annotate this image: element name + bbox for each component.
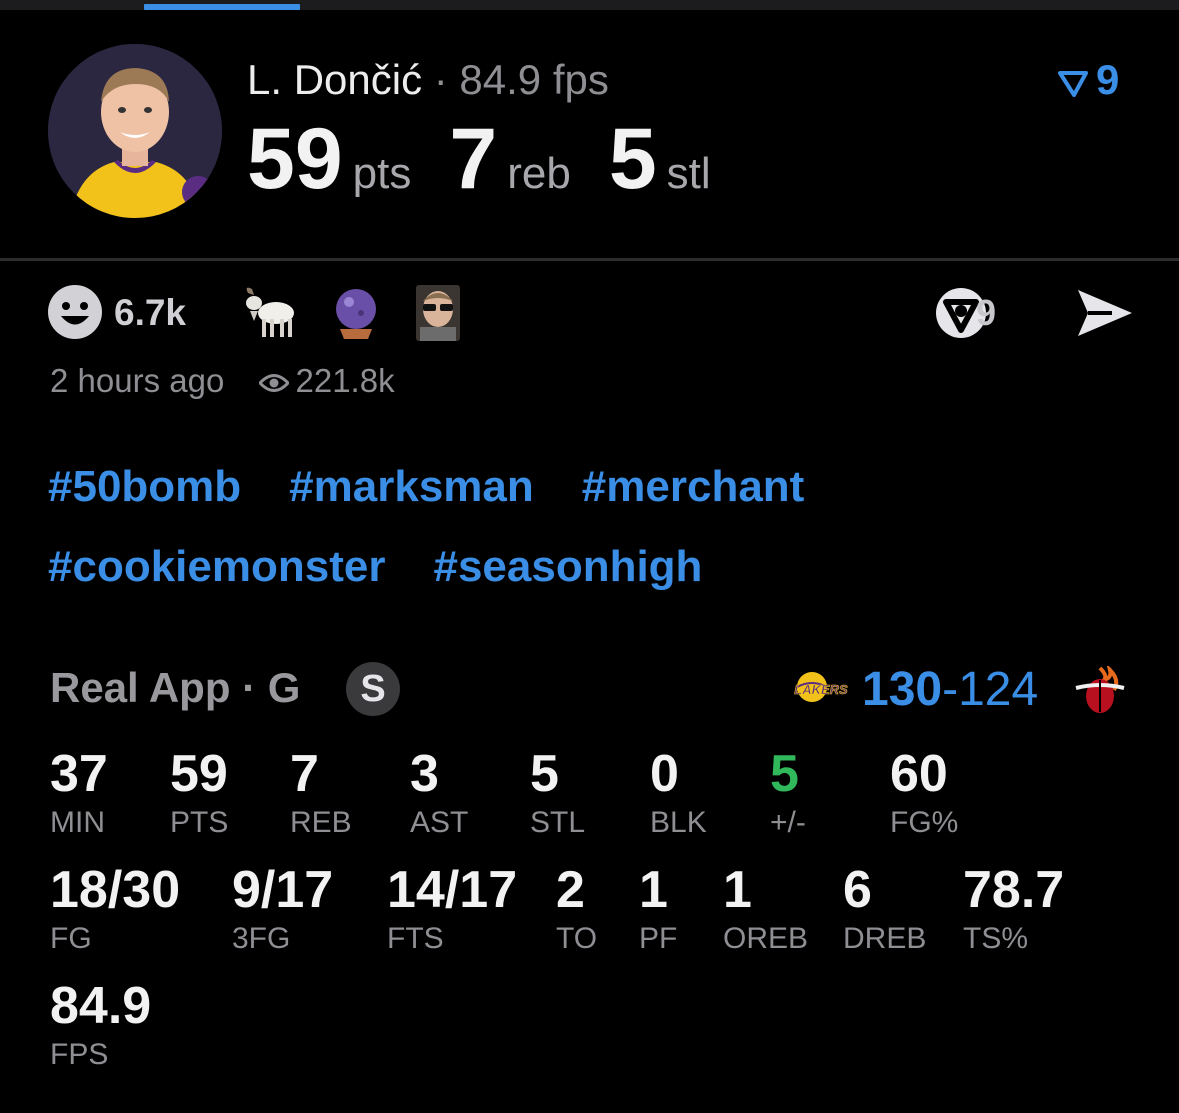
game-score: 130-124: [862, 662, 1038, 717]
stat-value: 6: [843, 861, 872, 919]
hashtag-link[interactable]: #marksman: [289, 462, 534, 512]
stat-value: 3: [410, 745, 439, 803]
send-icon[interactable]: [1076, 288, 1134, 338]
stat-fts: 14/17 FTS: [387, 862, 517, 956]
stat-label: PF: [639, 922, 678, 955]
away-score: 124: [958, 663, 1039, 716]
status-badge: S: [346, 662, 400, 716]
stat-label: TO: [556, 922, 598, 955]
crystal-ball-icon[interactable]: [328, 285, 384, 341]
stat-value: 1: [639, 861, 668, 919]
player-title[interactable]: L. Dončić · 84.9 fps: [247, 56, 609, 104]
stat-fps: 84.9 FPS: [50, 978, 151, 1072]
stat-label: REB: [290, 806, 352, 839]
stat-fg: 18/30 FG: [50, 862, 180, 956]
eye-icon: [258, 374, 291, 393]
stat-stl: 5 STL: [530, 746, 585, 840]
home-score: 130: [862, 663, 943, 716]
stat-value: 60: [890, 745, 948, 803]
hashtag-link[interactable]: #merchant: [582, 462, 805, 512]
stat-ts-pct: 78.7 TS%: [963, 862, 1064, 956]
view-count-value: 221.8k: [295, 362, 395, 399]
stat-ast: 3 AST: [410, 746, 468, 840]
stat-label: BLK: [650, 806, 707, 839]
stat-plus-minus: 5 +/-: [770, 746, 806, 840]
title-separator: ·: [433, 56, 448, 103]
stat-pts: 59 PTS: [170, 746, 228, 840]
stat-label: FPS: [50, 1038, 109, 1071]
stat-value: 2: [556, 861, 585, 919]
stat-pf: 1 PF: [639, 862, 677, 956]
game-row[interactable]: Real App · G S LAKERS 130-124: [50, 662, 1140, 718]
stat-label: AST: [410, 806, 469, 839]
player-photo: [48, 44, 222, 218]
lakers-logo-icon: LAKERS: [794, 672, 848, 702]
stat-value: 0: [650, 745, 679, 803]
view-count: 221.8k: [258, 362, 395, 399]
filter-v-icon: [1058, 70, 1088, 97]
stat-value: 5: [530, 745, 559, 803]
hashtag-link[interactable]: #50bomb: [48, 462, 241, 512]
filter-badge[interactable]: 9: [1058, 56, 1119, 104]
stat-value: 37: [50, 745, 108, 803]
stat-value: 18/30: [50, 861, 181, 919]
headline-unit: stl: [666, 149, 711, 198]
post-meta: 2 hours ago 221.8k: [50, 362, 395, 400]
hashtag-link[interactable]: #cookiemonster: [48, 542, 385, 592]
player-name[interactable]: L. Dončić: [247, 56, 422, 103]
stat-min: 37 MIN: [50, 746, 108, 840]
reaction-count: 6.7k: [114, 292, 187, 333]
headline-value: 7: [449, 111, 498, 207]
game-label: Real App · G: [50, 664, 301, 711]
score-dash: -: [942, 663, 959, 716]
headline-value: 5: [608, 111, 657, 207]
lakers-logo-text: LAKERS: [794, 682, 848, 697]
heat-logo-icon: [1075, 666, 1125, 713]
stat-fg-pct: 60 FG%: [890, 746, 958, 840]
headline-unit: reb: [507, 149, 571, 198]
v-reaction-count: 9: [976, 292, 997, 333]
stat-label: FG: [50, 922, 92, 955]
smile-reaction-icon[interactable]: [46, 283, 104, 341]
goat-icon[interactable]: [238, 285, 298, 341]
timestamp: 2 hours ago: [50, 362, 225, 399]
stat-label: 3FG: [232, 922, 291, 955]
stat-value: 59: [170, 745, 228, 803]
stat-label: MIN: [50, 806, 105, 839]
player-avatar[interactable]: [48, 44, 222, 218]
stat-label: TS%: [963, 922, 1029, 955]
stat-label: STL: [530, 806, 586, 839]
sunglasses-player-icon[interactable]: [416, 285, 460, 341]
section-divider: [0, 258, 1179, 261]
stat-value: 5: [770, 745, 799, 803]
stat-value: 84.9: [50, 977, 152, 1035]
stat-label: +/-: [770, 806, 806, 839]
stat-dreb: 6 DREB: [843, 862, 926, 956]
stat-to: 2 TO: [556, 862, 597, 956]
stat-value: 78.7: [963, 861, 1065, 919]
fantasy-points: 84.9 fps: [459, 56, 609, 103]
headline-stats: 59 pts 7 reb 5 stl: [247, 110, 749, 209]
stat-label: FG%: [890, 806, 959, 839]
stat-label: PTS: [170, 806, 229, 839]
stat-value: 14/17: [387, 861, 518, 919]
headline-unit: pts: [352, 149, 412, 198]
stat-blk: 0 BLK: [650, 746, 707, 840]
stat-label: FTS: [387, 922, 444, 955]
headline-value: 59: [247, 111, 343, 207]
stat-label: OREB: [723, 922, 809, 955]
stat-3fg: 9/17 3FG: [232, 862, 333, 956]
stat-reb: 7 REB: [290, 746, 352, 840]
hashtag-link[interactable]: #seasonhigh: [433, 542, 702, 592]
stat-value: 7: [290, 745, 319, 803]
stat-value: 9/17: [232, 861, 334, 919]
active-tab-indicator: [144, 4, 300, 10]
stat-label: DREB: [843, 922, 927, 955]
filter-count: 9: [1096, 56, 1120, 103]
stat-oreb: 1 OREB: [723, 862, 808, 956]
hashtags: #50bomb #marksman #merchant #cookiemonster…: [48, 462, 1148, 622]
reactions-row: 6.7k 9: [46, 283, 1146, 341]
stat-value: 1: [723, 861, 752, 919]
